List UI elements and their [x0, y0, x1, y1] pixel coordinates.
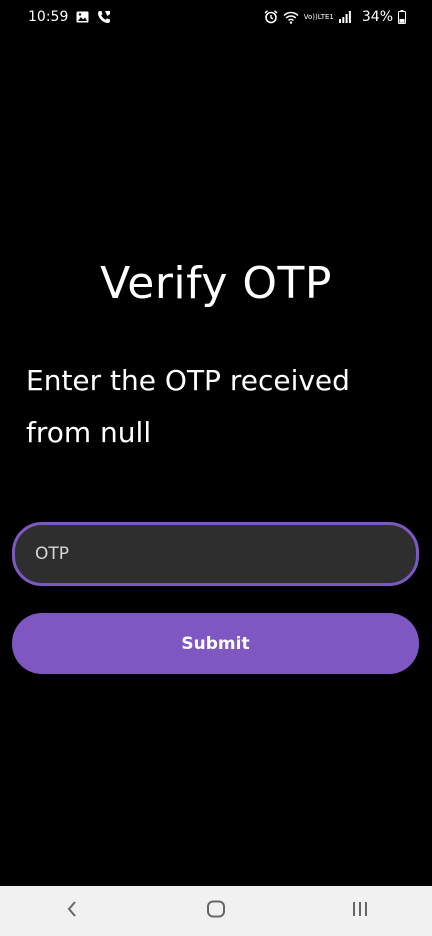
- otp-input[interactable]: [12, 522, 419, 586]
- system-navigation-bar: [0, 886, 432, 936]
- status-right: Vo)) LTE1 34%: [264, 9, 406, 25]
- call-icon: [97, 10, 111, 24]
- back-icon: [66, 900, 78, 923]
- status-time: 10:59: [28, 9, 69, 25]
- alarm-icon: [264, 10, 278, 24]
- gallery-icon: [76, 11, 89, 23]
- recents-icon: [351, 900, 369, 923]
- status-bar: 10:59 Vo)) LTE1 34%: [0, 0, 432, 34]
- submit-button[interactable]: Submit: [12, 613, 419, 674]
- signal-icon: [338, 11, 351, 23]
- battery-icon: [398, 10, 406, 24]
- volte-icon: Vo)) LTE1: [303, 12, 334, 21]
- page-title: Verify OTP: [100, 258, 332, 309]
- battery-percent: 34%: [361, 9, 393, 25]
- otp-instruction-text: Enter the OTP received from null: [26, 364, 350, 449]
- home-button[interactable]: [186, 891, 246, 931]
- volte-line1: Vo)): [303, 12, 318, 21]
- volte-line2: LTE1: [317, 12, 334, 21]
- recents-button[interactable]: [330, 891, 390, 931]
- home-icon: [206, 900, 226, 923]
- back-button[interactable]: [42, 891, 102, 931]
- status-left: 10:59: [28, 9, 111, 25]
- wifi-icon: [283, 11, 299, 24]
